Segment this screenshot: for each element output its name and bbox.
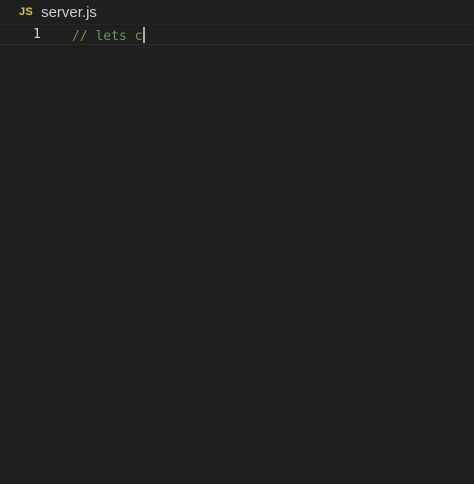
line-number: 1 xyxy=(33,27,41,42)
code-editor[interactable]: JS server.js 1 // lets c xyxy=(0,0,474,484)
javascript-file-icon: JS xyxy=(19,6,34,18)
text-cursor xyxy=(143,27,146,43)
tab-server-js[interactable]: JS server.js xyxy=(0,0,107,24)
tab-filename: server.js xyxy=(41,3,97,21)
comment-text: // lets c xyxy=(72,29,143,44)
code-line[interactable]: 1 // lets c xyxy=(0,24,474,45)
line-content[interactable]: // lets c xyxy=(72,27,146,44)
